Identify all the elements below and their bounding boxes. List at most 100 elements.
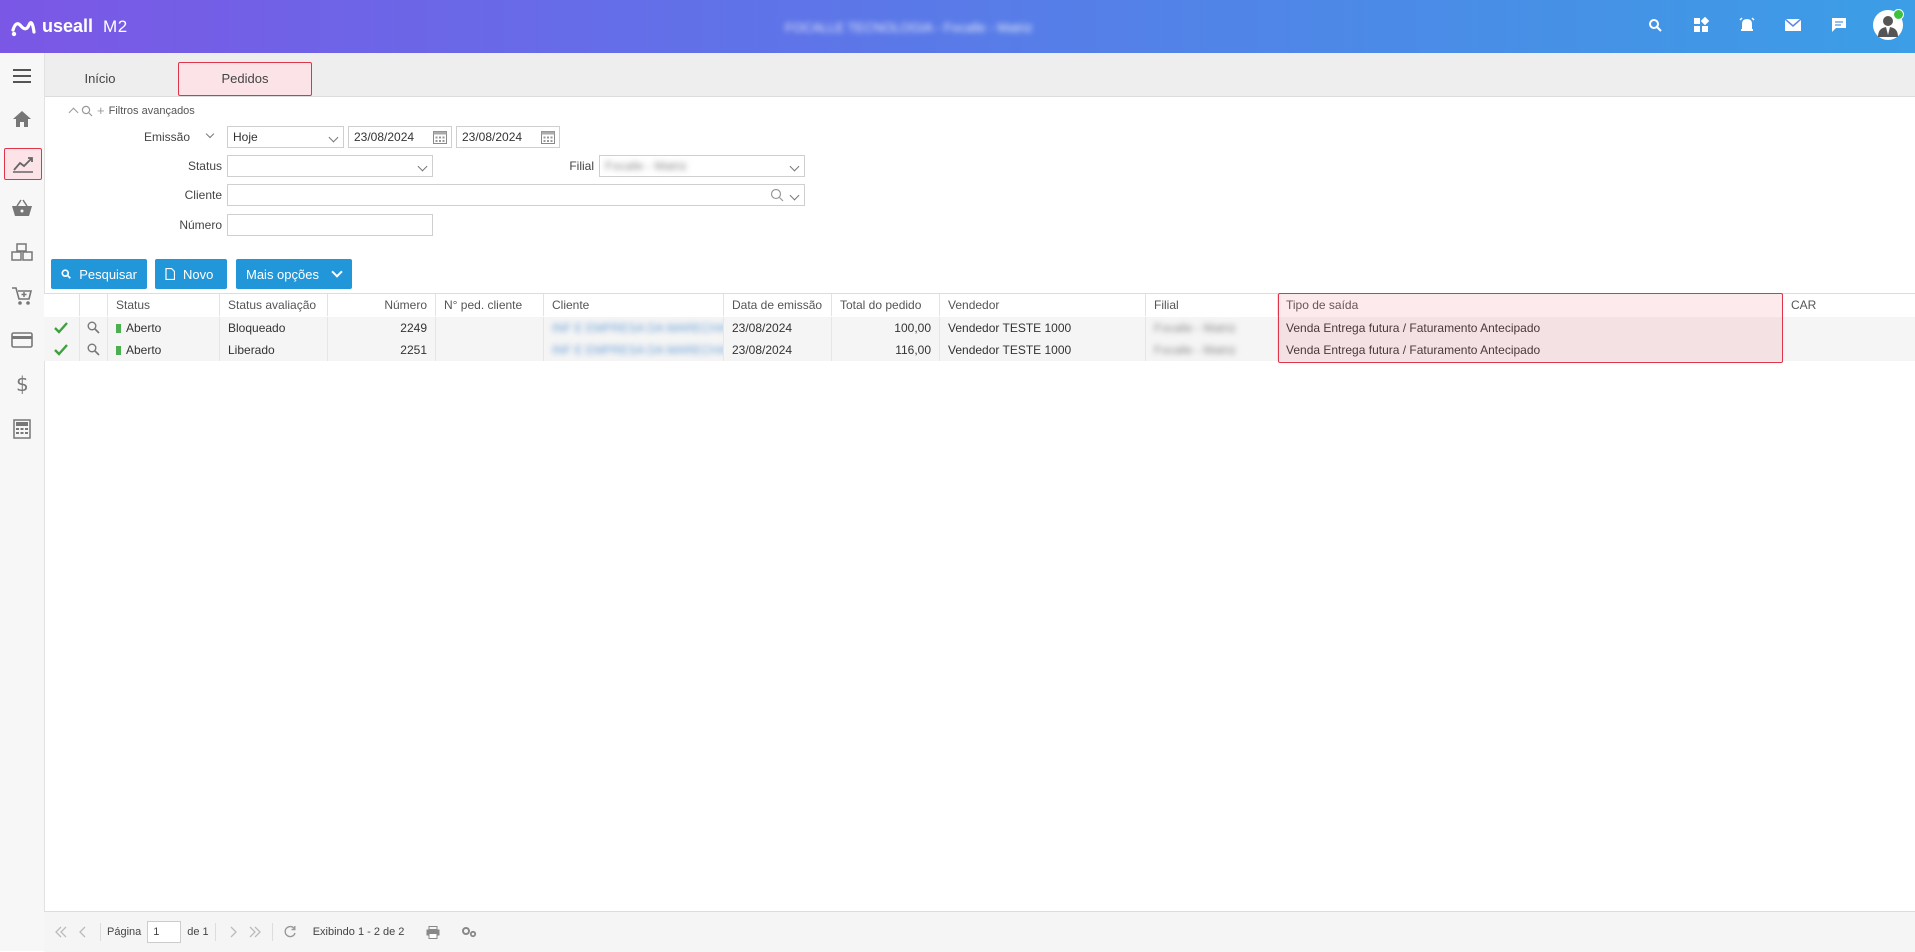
header-view-col	[80, 294, 108, 316]
search-icon	[81, 105, 93, 116]
divider	[271, 923, 273, 941]
header-vendedor[interactable]: Vendedor	[940, 294, 1146, 316]
new-button-label: Novo	[183, 266, 214, 282]
header-status[interactable]: Status	[108, 294, 220, 316]
calendar-icon[interactable]	[433, 130, 447, 144]
chart-icon[interactable]	[4, 148, 42, 180]
status-indicator	[116, 346, 121, 356]
check-icon[interactable]	[44, 317, 80, 339]
last-page-icon[interactable]	[244, 921, 266, 943]
basket-icon[interactable]	[4, 193, 40, 223]
date-to-field[interactable]: 23/08/2024	[456, 126, 560, 148]
grid-header: Status Status avaliação Número N° ped. c…	[44, 293, 1915, 318]
numero-label: Número	[179, 218, 222, 232]
print-icon[interactable]	[422, 921, 444, 943]
alarm-icon[interactable]	[1735, 13, 1759, 37]
tab-bar: Início Pedidos	[45, 53, 1915, 97]
cell-status-avaliacao: Liberado	[220, 339, 328, 361]
date-from-field[interactable]: 23/08/2024	[348, 126, 452, 148]
search-icon[interactable]	[1643, 13, 1667, 37]
cliente-label: Cliente	[184, 188, 222, 202]
view-search-icon[interactable]	[80, 317, 108, 339]
cell-ped-cliente	[436, 339, 544, 361]
cell-data-emissao: 23/08/2024	[724, 317, 832, 339]
cart-icon[interactable]	[4, 281, 40, 311]
mail-icon[interactable]	[1781, 13, 1805, 37]
emissao-period-select[interactable]: Hoje	[227, 126, 344, 148]
cell-tipo-saida: Venda Entrega futura / Faturamento Antec…	[1278, 317, 1783, 339]
search-button[interactable]: Pesquisar	[51, 259, 147, 289]
logo[interactable]: useall M2	[10, 16, 128, 38]
cell-tipo-saida: Venda Entrega futura / Faturamento Antec…	[1278, 339, 1783, 361]
brand-name: useall	[42, 16, 94, 36]
document-icon	[165, 268, 175, 280]
card-icon[interactable]	[4, 325, 40, 355]
cell-cliente: INF E EMPRESA DA MARECHAL	[544, 317, 724, 339]
filial-label: Filial	[569, 159, 594, 173]
calendar-icon[interactable]	[541, 130, 555, 144]
first-page-icon[interactable]	[50, 921, 72, 943]
cliente-text: INF E EMPRESA DA MARECHAL	[552, 321, 724, 335]
status-select[interactable]	[227, 155, 433, 177]
chevron-down-icon[interactable]	[205, 129, 215, 139]
header-data-emissao[interactable]: Data de emissão	[724, 294, 832, 316]
boxes-icon[interactable]	[4, 237, 40, 267]
emissao-label: Emissão	[143, 130, 190, 144]
plus-icon: +	[97, 103, 105, 118]
product-name: M2	[103, 16, 128, 36]
page-label: Página	[107, 926, 142, 938]
cell-status: Aberto	[108, 339, 220, 361]
sidebar: $	[0, 53, 45, 951]
header-tipo-saida[interactable]: Tipo de saída	[1278, 294, 1783, 316]
header-filial[interactable]: Filial	[1146, 294, 1278, 316]
page-number-input[interactable]: 1	[147, 921, 182, 943]
calculator-icon[interactable]	[4, 414, 40, 444]
cell-total: 100,00	[832, 317, 940, 339]
filial-text: Focalle - Matriz	[1154, 321, 1237, 335]
view-search-icon[interactable]	[80, 339, 108, 361]
header-total[interactable]: Total do pedido	[832, 294, 940, 316]
more-options-button[interactable]: Mais opções	[236, 259, 352, 289]
cell-status: Aberto	[108, 317, 220, 339]
dollar-icon[interactable]: $	[4, 369, 40, 399]
chat-icon[interactable]	[1827, 13, 1851, 37]
advanced-filters-label: Filtros avançados	[108, 104, 195, 117]
cell-vendedor: Vendedor TESTE 1000	[940, 317, 1146, 339]
chevron-up-icon	[68, 107, 79, 117]
refresh-icon[interactable]	[279, 921, 301, 943]
cell-cliente: INF E EMPRESA DA MARECHAL	[544, 339, 724, 361]
new-button[interactable]: Novo	[155, 259, 227, 289]
cliente-lookup-field[interactable]	[227, 184, 805, 206]
advanced-filters-toggle[interactable]: + Filtros avançados	[68, 103, 195, 118]
check-icon[interactable]	[44, 339, 80, 361]
tab-inicio[interactable]: Início	[75, 62, 125, 95]
header-ped-cliente[interactable]: N° ped. cliente	[436, 294, 544, 316]
header-car[interactable]: CAR	[1783, 294, 1915, 316]
date-from-value: 23/08/2024	[354, 130, 415, 144]
cell-vendedor: Vendedor TESTE 1000	[940, 339, 1146, 361]
apps-icon[interactable]	[1689, 13, 1713, 37]
cell-ped-cliente	[436, 317, 544, 339]
table-row[interactable]: Aberto Liberado 2251 INF E EMPRESA DA MA…	[44, 339, 1915, 361]
header-cliente[interactable]: Cliente	[544, 294, 724, 316]
header-check-col	[44, 294, 80, 316]
numero-input[interactable]	[227, 214, 433, 236]
previous-page-icon[interactable]	[72, 921, 94, 943]
menu-icon[interactable]	[4, 61, 40, 91]
tab-pedidos[interactable]: Pedidos	[178, 62, 312, 96]
status-text: Aberto	[126, 321, 162, 335]
avatar[interactable]	[1873, 9, 1904, 40]
top-bar: useall M2 FOCALLE TECNOLOGIA - Focalle -…	[0, 0, 1915, 53]
home-icon[interactable]	[4, 104, 40, 134]
cell-total: 116,00	[832, 339, 940, 361]
cell-numero: 2249	[328, 317, 436, 339]
filial-select[interactable]: Focalle - Matriz	[599, 155, 805, 177]
header-numero[interactable]: Número	[328, 294, 436, 316]
next-page-icon[interactable]	[222, 921, 244, 943]
page-of-label: de 1	[187, 926, 209, 938]
search-icon[interactable]	[770, 188, 784, 202]
settings-icon[interactable]	[458, 921, 480, 943]
cell-filial: Focalle - Matriz	[1146, 339, 1278, 361]
table-row[interactable]: Aberto Bloqueado 2249 INF E EMPRESA DA M…	[44, 317, 1915, 339]
header-status-avaliacao[interactable]: Status avaliação	[220, 294, 328, 316]
